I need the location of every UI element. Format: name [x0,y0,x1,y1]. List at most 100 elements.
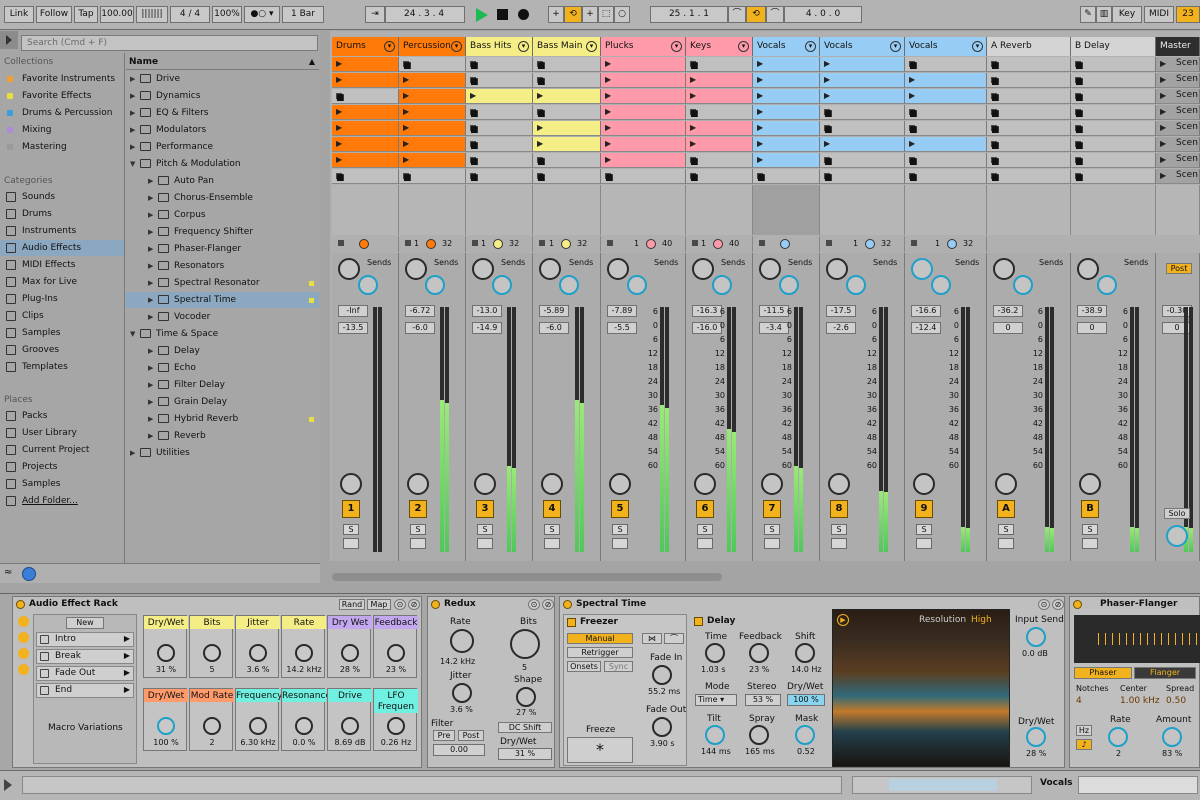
volume-value[interactable]: -38.9 [1077,305,1107,317]
send-b-knob[interactable] [846,275,866,295]
fade-shape-icon[interactable]: ⋈ [642,633,662,644]
clip-launch-icon[interactable]: ▶ [537,140,543,148]
clip-launch-icon[interactable]: ▶ [336,60,342,68]
clip-launch-icon[interactable]: ▶ [1160,92,1166,100]
notches-value[interactable]: 4 [1076,696,1082,706]
pan-value[interactable]: -6.0 [405,322,435,334]
clip-launch-icon[interactable]: ▶ [1160,76,1166,84]
hz-button[interactable]: Hz [1076,725,1092,736]
resolution-value[interactable]: High [971,615,992,625]
delay-drywet-value[interactable]: 100 % [787,694,825,706]
metronome-icon[interactable]: ||||||| [136,6,168,23]
clip-slot[interactable]: ▶ [905,73,987,88]
rack-power-button[interactable] [16,600,25,609]
solo-button[interactable]: S [697,524,713,535]
place-item[interactable]: Projects [0,459,124,475]
clip-launch-icon[interactable]: ■ [470,157,479,167]
track-fold-icon[interactable]: ▾ [518,41,529,52]
expand-arrow-icon[interactable]: ▼ [130,326,135,342]
clip-launch-icon[interactable]: ▶ [690,124,696,132]
clip-launch-icon[interactable]: ▶ [403,76,409,84]
clip-launch-icon[interactable]: ▶ [403,92,409,100]
expand-arrow-icon[interactable]: ▶ [130,105,135,121]
save-preset-icon[interactable]: ⊙ [394,599,406,610]
clip-slot[interactable]: ▶ [820,137,905,152]
category-item-plug-ins[interactable]: Plug-Ins [0,291,124,307]
clip-slot[interactable]: ▶ [601,57,686,72]
map-button[interactable]: Map [367,599,391,610]
clip-slot[interactable]: ▶ [399,89,466,104]
send-a-knob[interactable] [607,258,629,280]
input-send-knob[interactable] [1026,627,1046,647]
shape-knob[interactable] [516,687,536,707]
arm-button[interactable] [764,538,780,549]
clip-slot[interactable]: ■ [1071,89,1156,104]
collection-item[interactable]: Favorite Effects [0,88,124,104]
stop-icon[interactable] [497,9,508,20]
clip-launch-icon[interactable]: ▶ [757,156,763,164]
clip-launch-icon[interactable]: ■ [1075,61,1084,71]
expand-arrow-icon[interactable]: ▶ [148,292,153,308]
macro-knob[interactable] [341,717,359,735]
track-header[interactable]: Plucks ▾ [601,37,686,56]
clip-launch-icon[interactable]: ▶ [824,92,830,100]
add-icon[interactable]: + [548,6,564,23]
collection-item[interactable]: Favorite Instruments [0,71,124,87]
expand-arrow-icon[interactable]: ▶ [130,445,135,461]
pan-knob[interactable] [340,473,362,495]
automation-icon[interactable]: ⟲ [564,6,582,23]
track-activator-button[interactable]: A [997,500,1015,518]
clip-slot[interactable]: ▶ [753,121,820,136]
stereo-value[interactable]: 53 % [745,694,781,706]
clip-launch-icon[interactable]: ■ [690,157,699,167]
filter-pre-button[interactable]: Pre [433,730,455,741]
clip-launch-icon[interactable]: ▶ [757,60,763,68]
solo-button[interactable]: S [410,524,426,535]
clip-launch-icon[interactable]: ▶ [403,124,409,132]
clip-slot[interactable]: ■ [1071,121,1156,136]
clip-slot[interactable]: ■ [533,73,601,88]
clip-launch-icon[interactable]: ▶ [757,92,763,100]
redux-drywet-value[interactable]: 31 % [498,748,552,760]
track-activator-button[interactable]: 9 [915,500,933,518]
tilt-knob[interactable] [705,725,725,745]
macro-knob[interactable] [295,717,313,735]
send-a-knob[interactable] [405,258,427,280]
pan-value[interactable]: -2.6 [826,322,856,334]
clip-slot[interactable]: ■ [533,105,601,120]
clip-slot[interactable]: ▶ [533,121,601,136]
clip-slot[interactable]: ■ [466,105,533,120]
volume-value[interactable]: -7.89 [607,305,637,317]
solo-button[interactable]: S [477,524,493,535]
clip-slot[interactable]: ■ [987,153,1071,168]
clip-slot[interactable]: ■ [1071,73,1156,88]
clip-launch-icon[interactable]: ■ [1075,141,1084,151]
clip-slot[interactable]: ■ [905,169,987,184]
spectral-drywet-knob[interactable] [1026,727,1046,747]
expand-arrow-icon[interactable]: ▼ [130,156,135,172]
tap-button[interactable]: Tap [74,6,98,23]
file-item[interactable]: ▶ Dynamics [126,88,319,104]
clip-slot[interactable]: ▶ Scen [1156,89,1200,104]
clip-slot[interactable]: ■ [820,105,905,120]
expand-arrow-icon[interactable]: ▶ [148,190,153,206]
clip-slot[interactable]: ▶ [820,89,905,104]
pan-value[interactable]: -5.5 [607,322,637,334]
variations-icon[interactable] [18,632,29,643]
track-header[interactable]: Vocals ▾ [905,37,987,56]
post-button[interactable]: Post [1166,263,1192,274]
punch-out-icon[interactable]: ⌒ [766,6,784,23]
redux-menu-icon[interactable]: ⊘ [542,599,554,610]
clip-slot[interactable]: ■ [686,153,753,168]
track-header[interactable]: Drums ▾ [332,37,399,56]
macro-control[interactable]: Drive 8.69 dB [327,688,372,751]
follow-button[interactable]: Follow [36,6,72,23]
category-item-midi-effects[interactable]: MIDI Effects [0,257,124,273]
clip-launch-icon[interactable]: ■ [824,173,833,183]
overview-scroller[interactable] [852,776,1032,794]
send-b-knob[interactable] [1097,275,1117,295]
mode-select[interactable]: Time ▾ [695,694,737,706]
clip-slot[interactable]: ▶ Scen [1156,105,1200,120]
track-activator-button[interactable]: 1 [342,500,360,518]
sort-icon[interactable]: ▲ [309,57,315,66]
